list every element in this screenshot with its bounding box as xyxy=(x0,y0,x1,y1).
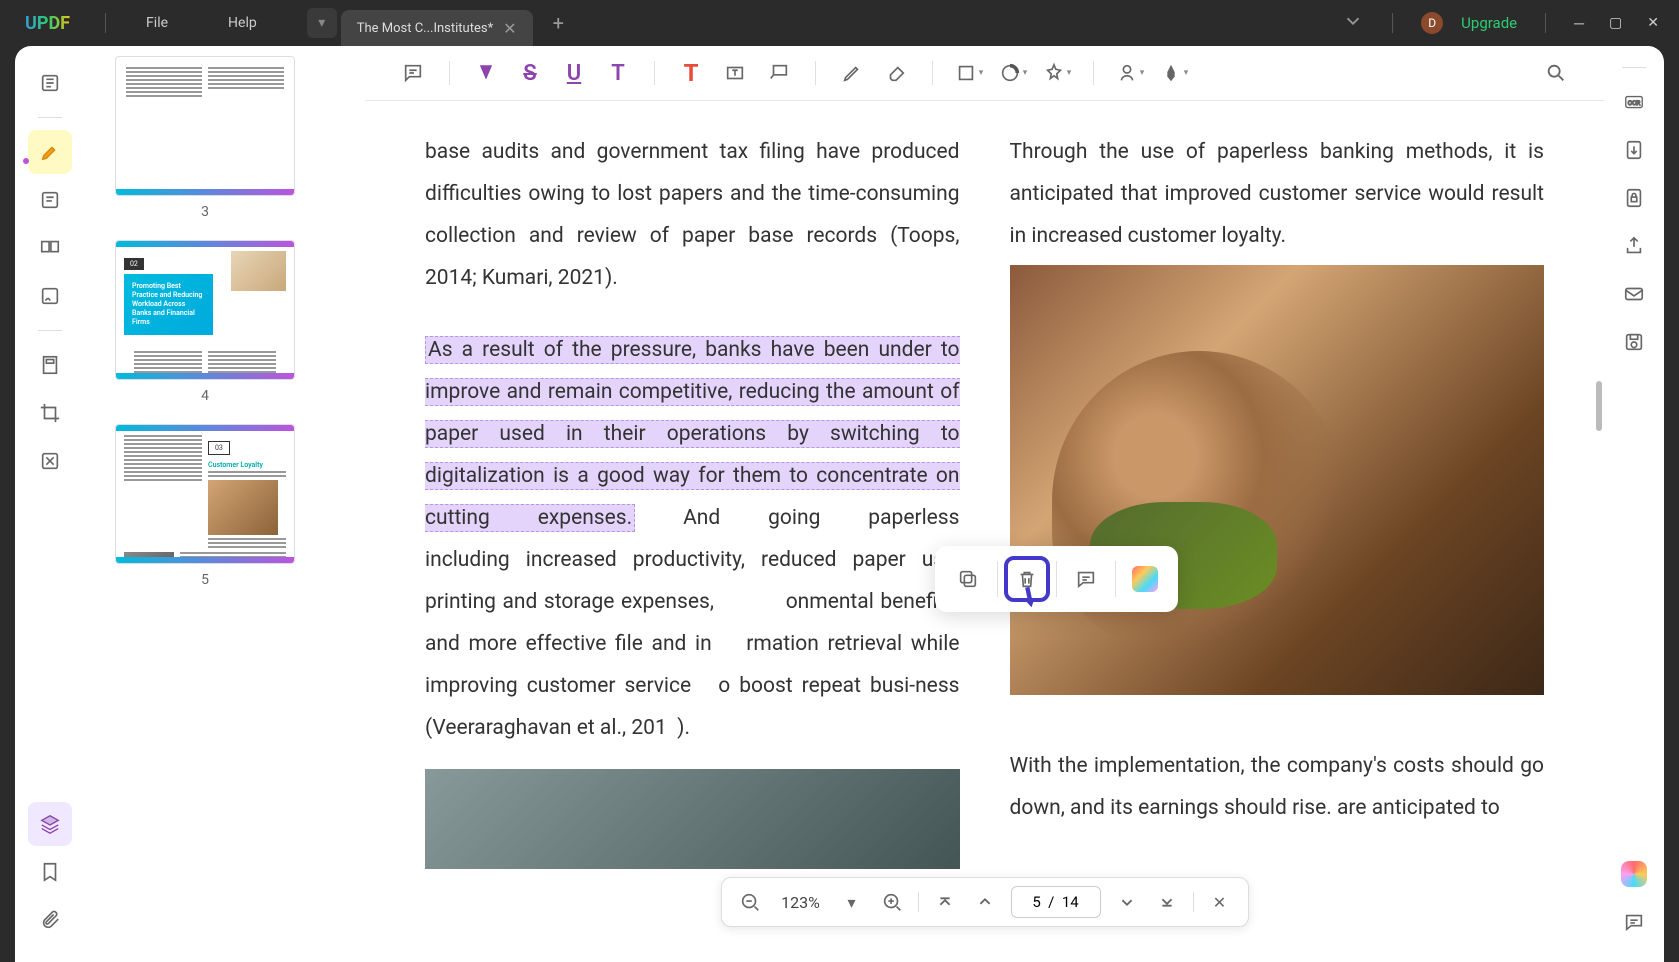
highlight-context-menu xyxy=(935,546,1178,612)
attachment-icon[interactable] xyxy=(28,898,72,942)
thumb-number: 4 xyxy=(115,388,295,404)
highlighter-tool-icon[interactable] xyxy=(28,130,72,174)
zoom-page-bar: 123% ▾ ✕ xyxy=(721,877,1249,927)
window-close-icon[interactable]: ✕ xyxy=(1647,15,1659,32)
highlighted-text[interactable]: As a result of the pressure, banks have … xyxy=(425,336,960,532)
scrollbar-thumb[interactable] xyxy=(1596,381,1602,431)
app-logo: UPDF xyxy=(0,13,95,34)
svg-text:OCR: OCR xyxy=(1628,99,1641,107)
last-page-icon[interactable] xyxy=(1153,888,1181,916)
signature-tool-icon[interactable] xyxy=(1112,55,1148,91)
reader-mode-icon[interactable] xyxy=(28,61,72,105)
prev-page-icon[interactable] xyxy=(971,888,999,916)
document-image-callcenter xyxy=(1010,265,1545,695)
callout-tool-icon[interactable] xyxy=(761,55,797,91)
thumb-number: 5 xyxy=(115,572,295,588)
annotation-toolbar: S U T T xyxy=(365,46,1604,101)
strikethrough-icon[interactable]: S xyxy=(512,55,548,91)
crop-tool-icon[interactable] xyxy=(28,391,72,435)
search-icon[interactable] xyxy=(1538,55,1574,91)
tab-add-icon[interactable]: + xyxy=(553,11,564,35)
thumbnails-panel: 3 02 Promoting Best Practice and Reducin… xyxy=(85,46,365,962)
textbox-tool-icon[interactable] xyxy=(717,55,753,91)
user-avatar[interactable]: D xyxy=(1421,12,1443,34)
redact-tool-icon[interactable] xyxy=(28,439,72,483)
share-icon[interactable] xyxy=(1614,226,1654,266)
document-column-left: base audits and government tax filing ha… xyxy=(425,131,960,869)
window-minimize-icon[interactable]: ─ xyxy=(1574,15,1584,32)
comment-tool-icon[interactable] xyxy=(395,55,431,91)
zoom-in-icon[interactable] xyxy=(878,888,906,916)
zoom-dropdown-icon[interactable]: ▾ xyxy=(838,888,866,916)
menu-file[interactable]: File xyxy=(116,15,198,31)
stamp-tool-icon[interactable] xyxy=(1039,55,1075,91)
color-picker-icon[interactable] xyxy=(1122,556,1168,602)
menu-help[interactable]: Help xyxy=(198,15,287,31)
zoom-out-icon[interactable] xyxy=(736,888,764,916)
tab-dropdown[interactable]: ▾ xyxy=(307,8,337,38)
tab-close-icon[interactable]: ✕ xyxy=(503,19,516,38)
left-rail xyxy=(15,46,85,962)
underline-icon[interactable]: U xyxy=(556,55,592,91)
zoom-value: 123% xyxy=(776,893,826,912)
bookmark-icon[interactable] xyxy=(28,850,72,894)
chevron-down-icon[interactable] xyxy=(1342,10,1364,36)
email-icon[interactable] xyxy=(1614,274,1654,314)
text-tool-icon[interactable]: T xyxy=(673,55,709,91)
layers-icon[interactable] xyxy=(28,802,72,846)
page-number-input[interactable] xyxy=(1011,886,1101,918)
next-page-icon[interactable] xyxy=(1113,888,1141,916)
ocr-icon[interactable]: OCR xyxy=(1614,82,1654,122)
thumbnail-page-4[interactable]: 02 Promoting Best Practice and Reducing … xyxy=(115,240,295,404)
pencil-tool-icon[interactable] xyxy=(834,55,870,91)
edit-text-tool-icon[interactable] xyxy=(28,178,72,222)
thumbnail-page-3[interactable]: 3 xyxy=(115,56,295,220)
organize-pages-icon[interactable] xyxy=(28,226,72,270)
comments-panel-icon[interactable] xyxy=(1614,902,1654,942)
convert-icon[interactable] xyxy=(1614,130,1654,170)
ink-tool-icon[interactable] xyxy=(1156,55,1192,91)
document-viewport[interactable]: base audits and government tax filing ha… xyxy=(365,101,1604,962)
save-icon[interactable] xyxy=(1614,322,1654,362)
highlight-text-icon[interactable] xyxy=(468,55,504,91)
document-tab[interactable]: The Most C...Institutes* ✕ xyxy=(341,10,533,46)
close-bar-icon[interactable]: ✕ xyxy=(1206,888,1234,916)
sticker-tool-icon[interactable] xyxy=(995,55,1031,91)
first-page-icon[interactable] xyxy=(931,888,959,916)
copy-icon[interactable] xyxy=(945,556,991,602)
note-icon[interactable] xyxy=(1063,556,1109,602)
right-rail: OCR xyxy=(1604,46,1664,962)
upgrade-button[interactable]: Upgrade xyxy=(1461,14,1517,32)
shape-tool-icon[interactable] xyxy=(951,55,987,91)
thumb-number: 3 xyxy=(115,204,295,220)
document-image-laptop xyxy=(425,769,960,869)
protect-icon[interactable] xyxy=(1614,178,1654,218)
squiggly-icon[interactable]: T xyxy=(600,55,636,91)
delete-icon[interactable] xyxy=(1004,556,1050,602)
window-maximize-icon[interactable]: ▢ xyxy=(1609,15,1622,32)
eraser-tool-icon[interactable] xyxy=(878,55,914,91)
tab-title: The Most C...Institutes* xyxy=(357,21,493,36)
fill-sign-icon[interactable] xyxy=(28,274,72,318)
page-tools-icon[interactable] xyxy=(28,343,72,387)
document-column-right: Through the use of paperless banking met… xyxy=(1010,131,1545,869)
ai-assistant-icon[interactable] xyxy=(1614,854,1654,894)
thumbnail-page-5[interactable]: 03Customer Loyalty 5 xyxy=(115,424,295,588)
